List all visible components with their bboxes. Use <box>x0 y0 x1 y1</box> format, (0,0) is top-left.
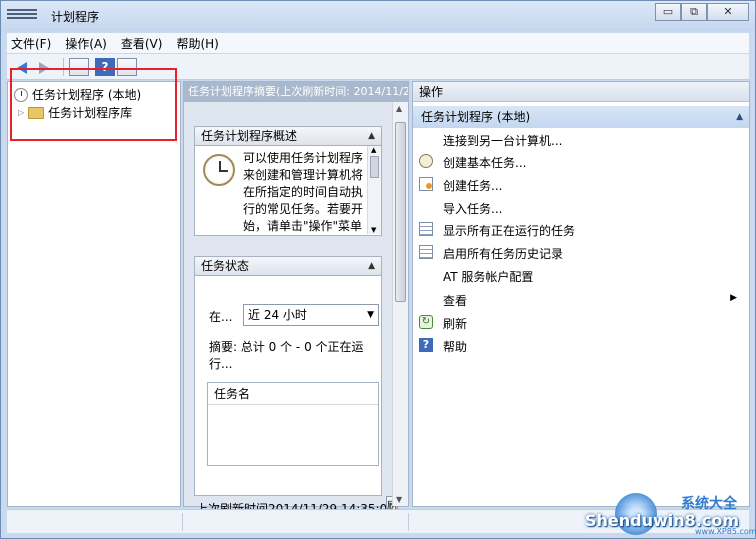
overview-text: 可以使用任务计划程序来创建和管理计算机将在所指定的时间自动执行的常见任务。若要开… <box>243 151 364 233</box>
menu-action[interactable]: 操作(A) <box>65 35 107 52</box>
status-summary: 摘要: 总计 0 个 - 0 个正在运行... <box>209 340 364 371</box>
action-view[interactable]: 查看 <box>443 292 467 309</box>
chevron-down-icon: ▼ <box>367 310 374 320</box>
actions-group-label: 任务计划程序 (本地) <box>421 110 531 124</box>
task-table: 任务名 <box>207 382 379 466</box>
action-help[interactable]: 帮助 <box>443 338 467 355</box>
action-create-task[interactable]: 创建任务... <box>443 177 502 194</box>
overview-scrollbar[interactable]: ▲ ▼ <box>367 146 381 234</box>
task-name-column-header[interactable]: 任务名 <box>208 383 378 405</box>
overview-section-header[interactable]: 任务计划程序概述 ▲ <box>194 126 382 146</box>
time-range-select[interactable]: 近 24 小时 ▼ <box>243 304 379 326</box>
task-status-body: 在... 近 24 小时 ▼ 摘要: 总计 0 个 - 0 个正在运行... 任… <box>194 276 382 496</box>
app-window: 计划程序 ▭ ⧉ ✕ 文件(F) 操作(A) 查看(V) 帮助(H) ? 任务计… <box>0 0 756 539</box>
collapse-caret-icon[interactable]: ▲ <box>736 106 743 128</box>
submenu-arrow-icon: ▶ <box>730 293 737 303</box>
menu-view[interactable]: 查看(V) <box>121 35 163 52</box>
refresh-icon: ↻ <box>419 315 433 329</box>
actions-group-header[interactable]: 任务计划程序 (本地) ▲ <box>413 106 749 128</box>
watermark-logo: 系统大全 Shenduwin8.com www.XP85.com <box>585 493 756 539</box>
clock-icon <box>203 154 235 186</box>
scroll-down-icon[interactable]: ▼ <box>371 226 376 234</box>
action-connect-computer[interactable]: 连接到另一台计算机... <box>443 132 562 149</box>
window-title: 计划程序 <box>51 10 100 24</box>
task-status-section: 任务状态 ▲ 在... 近 24 小时 ▼ 摘要: 总计 0 个 - 0 个正在… <box>194 256 382 496</box>
menu-file[interactable]: 文件(F) <box>11 35 51 52</box>
help-icon: ? <box>419 338 433 352</box>
summary-pane: 任务计划程序摘要(上次刷新时间: 2014/11/2 任务计划程序概述 ▲ 可以… <box>183 81 409 518</box>
scroll-down-icon[interactable]: ▼ <box>396 495 402 504</box>
summary-header: 任务计划程序摘要(上次刷新时间: 2014/11/2 <box>184 82 408 102</box>
range-label: 在... <box>209 310 233 324</box>
collapse-caret-icon[interactable]: ▲ <box>368 127 375 145</box>
scroll-thumb[interactable] <box>370 156 379 178</box>
restore-button[interactable]: ⧉ <box>681 3 707 21</box>
actions-title: 操作 <box>413 82 749 102</box>
scroll-up-icon[interactable]: ▲ <box>371 146 376 154</box>
minimize-button[interactable]: ▭ <box>655 3 681 21</box>
menu-help[interactable]: 帮助(H) <box>176 35 218 52</box>
actions-pane: 操作 任务计划程序 (本地) ▲ 连接到另一台计算机... 创建基本任务... … <box>412 81 750 507</box>
action-enable-history[interactable]: 启用所有任务历史记录 <box>443 245 563 262</box>
title-bar[interactable]: 计划程序 ▭ ⧉ ✕ <box>1 1 755 31</box>
overview-section: 任务计划程序概述 ▲ 可以使用任务计划程序来创建和管理计算机将在所指定的时间自动… <box>194 126 382 236</box>
action-import-task[interactable]: 导入任务... <box>443 200 502 217</box>
action-refresh[interactable]: 刷新 <box>443 315 467 332</box>
summary-scrollbar[interactable]: ▲ ▼ <box>392 102 408 506</box>
time-range-value: 近 24 小时 <box>248 308 307 322</box>
close-button[interactable]: ✕ <box>707 3 749 21</box>
console-tree: 任务计划程序 (本地) ▷ 任务计划程序库 <box>7 81 181 507</box>
action-create-basic-task[interactable]: 创建基本任务... <box>443 154 526 171</box>
menu-bar: 文件(F) 操作(A) 查看(V) 帮助(H) <box>7 33 749 53</box>
task-status-title: 任务状态 <box>201 259 250 273</box>
app-icon <box>7 9 37 23</box>
collapse-caret-icon[interactable]: ▲ <box>368 257 375 275</box>
scroll-up-icon[interactable]: ▲ <box>396 104 402 113</box>
watermark-cn: 系统大全 <box>681 496 737 512</box>
status-cell <box>183 513 409 531</box>
highlight-annotation <box>10 68 177 141</box>
list-icon <box>419 222 433 236</box>
history-icon <box>419 245 433 259</box>
watermark-url: www.XP85.com <box>695 527 756 536</box>
clock-icon <box>419 154 433 168</box>
task-status-header[interactable]: 任务状态 ▲ <box>194 256 382 276</box>
action-display-running-tasks[interactable]: 显示所有正在运行的任务 <box>443 222 575 239</box>
overview-title: 任务计划程序概述 <box>201 129 298 143</box>
action-at-service-config[interactable]: AT 服务帐户配置 <box>443 268 533 285</box>
summary-content: 任务计划程序概述 ▲ 可以使用任务计划程序来创建和管理计算机将在所指定的时间自动… <box>184 102 398 518</box>
status-cell <box>7 513 183 531</box>
task-icon <box>419 177 433 191</box>
overview-body: 可以使用任务计划程序来创建和管理计算机将在所指定的时间自动执行的常见任务。若要开… <box>194 146 382 236</box>
scroll-thumb[interactable] <box>395 122 406 302</box>
